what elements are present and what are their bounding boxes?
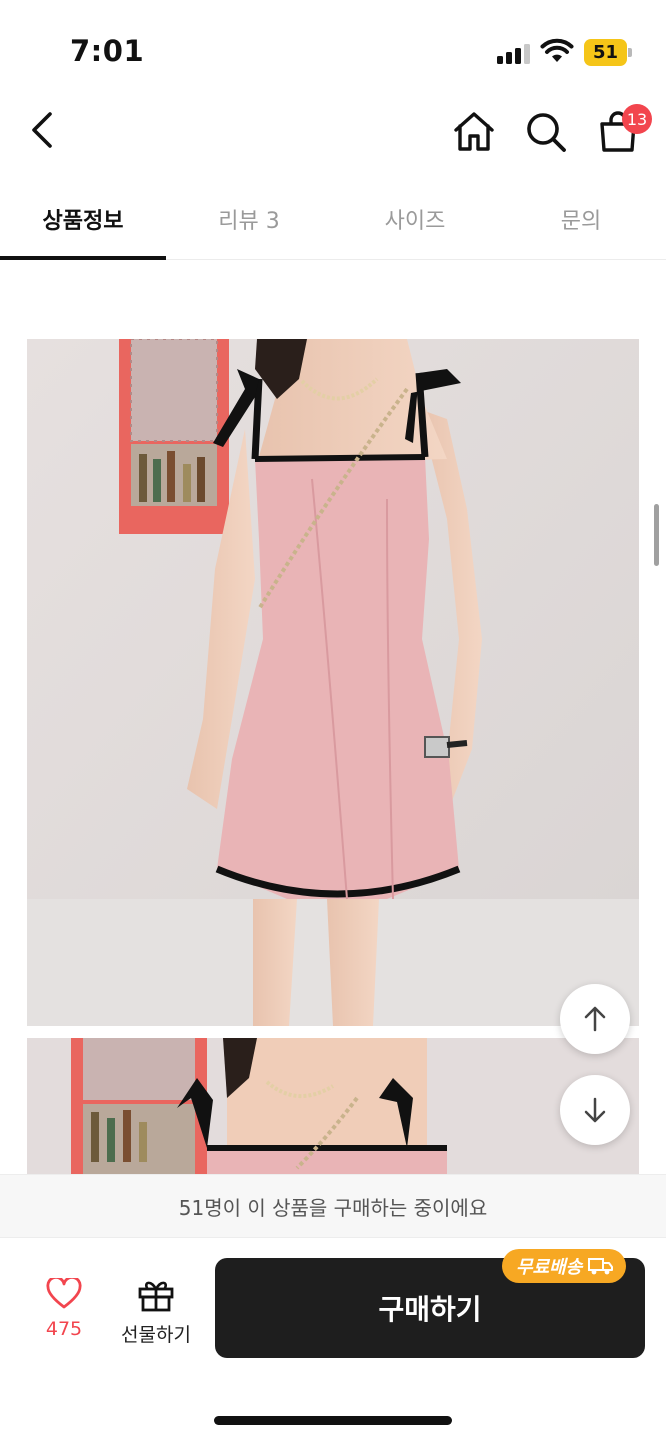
gift-button[interactable]: 선물하기 — [110, 1278, 202, 1347]
battery-icon: 51 — [584, 39, 632, 66]
tab-size[interactable]: 사이즈 — [332, 180, 498, 259]
scrollbar[interactable] — [654, 504, 659, 566]
purchase-activity-banner: 51명이 이 상품을 구매하는 중이에요 — [0, 1174, 666, 1238]
product-image — [27, 1038, 639, 1178]
battery-level: 51 — [584, 39, 627, 66]
wifi-icon — [540, 38, 574, 62]
cellular-signal-icon — [497, 44, 533, 64]
arrow-up-icon — [584, 1006, 606, 1032]
search-icon[interactable] — [522, 108, 570, 156]
home-icon[interactable] — [450, 108, 498, 156]
status-bar: 7:01 51 — [0, 0, 666, 96]
free-shipping-badge: 무료배송 — [502, 1249, 627, 1283]
product-image — [27, 339, 639, 1026]
back-button[interactable] — [22, 108, 66, 152]
delivery-truck-icon — [588, 1258, 614, 1275]
top-nav-bar — [0, 96, 666, 176]
like-button[interactable]: 475 — [30, 1275, 98, 1340]
gift-icon — [138, 1281, 174, 1312]
arrow-down-icon — [584, 1097, 606, 1123]
like-count: 475 — [45, 1318, 83, 1340]
free-shipping-label: 무료배송 — [516, 1257, 583, 1278]
scroll-top-button[interactable] — [560, 984, 630, 1054]
heart-icon — [46, 1275, 82, 1309]
tab-reviews[interactable]: 리뷰 3 — [166, 180, 332, 259]
home-indicator — [214, 1416, 452, 1425]
product-tabs: 상품정보 리뷰 3 사이즈 문의 — [0, 180, 666, 260]
scroll-bottom-button[interactable] — [560, 1075, 630, 1145]
status-time: 7:01 — [70, 34, 145, 68]
tab-inquiry[interactable]: 문의 — [498, 180, 664, 259]
gift-label: 선물하기 — [121, 1324, 191, 1346]
tab-product-info[interactable]: 상품정보 — [0, 180, 166, 260]
cart-count-badge: 13 — [622, 104, 652, 134]
